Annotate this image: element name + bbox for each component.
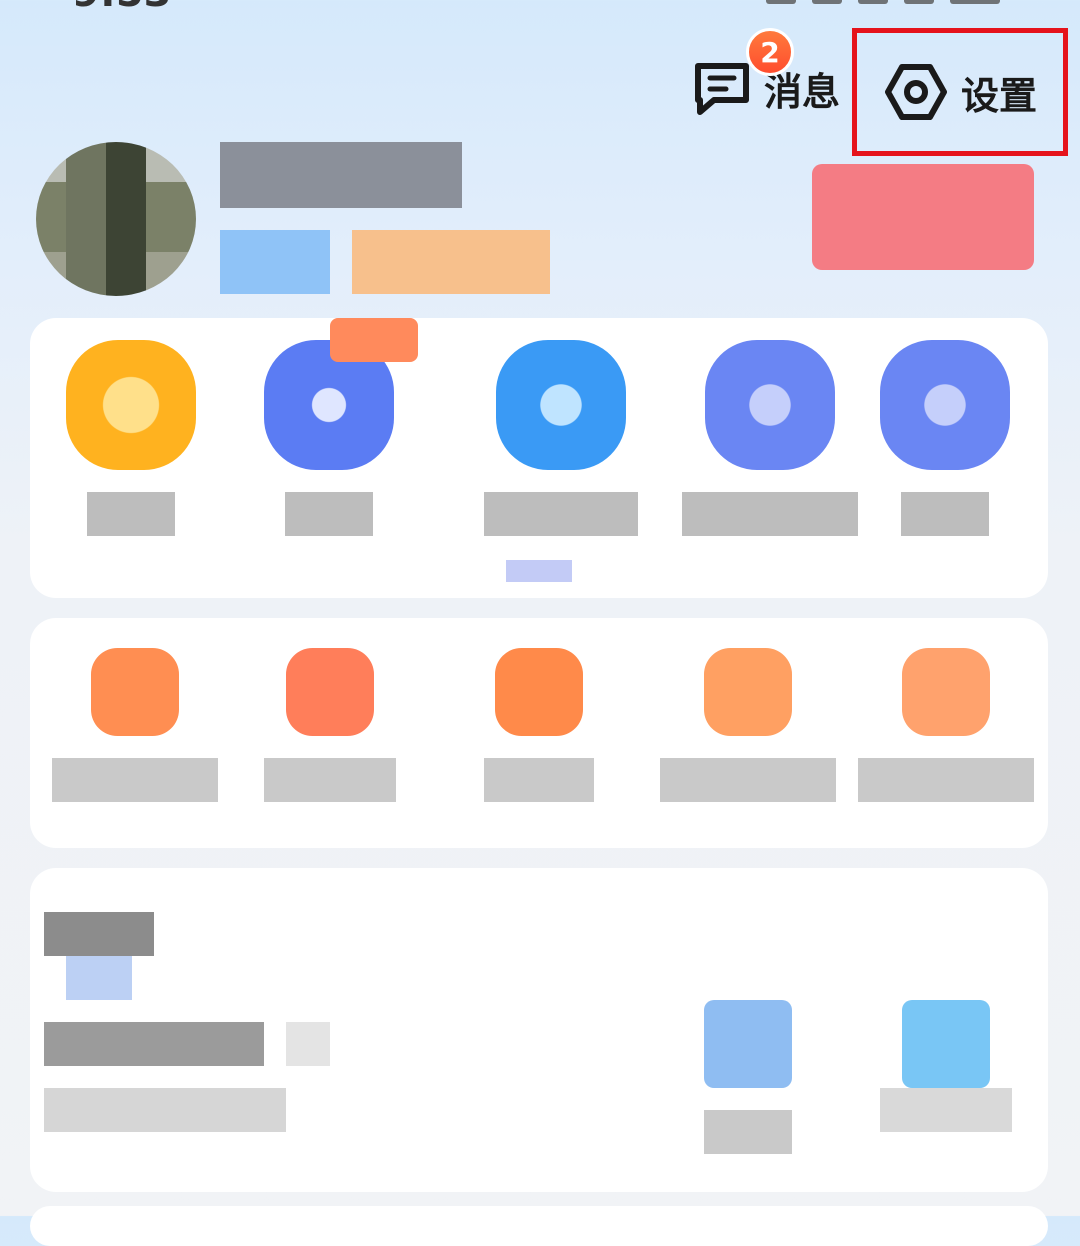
tool-label-blurred [264, 758, 396, 802]
info-action-label-blurred [704, 1110, 792, 1154]
service-label-blurred [682, 492, 858, 536]
tool-item-2[interactable] [264, 648, 396, 802]
service-item-2[interactable] [264, 340, 394, 536]
service-label-blurred [901, 492, 989, 536]
orange-service-icon [91, 648, 179, 736]
tool-label-blurred [858, 758, 1034, 802]
service-item-4[interactable] [682, 340, 858, 536]
status-icons [766, 0, 1000, 4]
new-tag-blurred [330, 318, 418, 362]
settings-hexagon-icon [885, 64, 947, 120]
level-tag-blurred [352, 230, 550, 294]
username-blurred [220, 142, 462, 208]
tool-item-3[interactable] [484, 648, 594, 802]
info-action-icon[interactable] [902, 1000, 990, 1088]
settings-button[interactable]: 设置 [852, 28, 1068, 156]
info-action-label-blurred [880, 1088, 1012, 1132]
blue-service-icon [705, 340, 835, 470]
tool-item-1[interactable] [52, 648, 218, 802]
info-action-icon[interactable] [704, 1000, 792, 1088]
info-title-blurred [44, 912, 154, 956]
tool-item-5[interactable] [858, 648, 1034, 802]
tool-label-blurred [660, 758, 836, 802]
tool-label-blurred [484, 758, 594, 802]
orange-service-icon [902, 648, 990, 736]
page-indicator [506, 560, 572, 582]
signal-icon [858, 0, 888, 4]
blue-service-icon [880, 340, 1010, 470]
alarm-icon [766, 0, 796, 4]
battery-icon [950, 0, 1000, 4]
settings-label: 设置 [961, 73, 1038, 118]
service-label-blurred [285, 492, 373, 536]
service-item-5[interactable] [880, 340, 1010, 536]
service-label-blurred [87, 492, 175, 536]
location-icon [812, 0, 842, 4]
service-label-blurred [484, 492, 638, 536]
orange-service-icon [495, 648, 583, 736]
info-subtitle-blurred [66, 956, 132, 1000]
avatar[interactable] [36, 142, 196, 296]
orange-service-icon [704, 648, 792, 736]
info-line-blurred [44, 1022, 264, 1066]
orange-service-icon [286, 648, 374, 736]
gold-coin-icon [66, 340, 196, 470]
unread-badge: 2 [746, 28, 794, 76]
member-tag-blurred [220, 230, 330, 294]
service-item-1[interactable] [66, 340, 196, 536]
wifi-icon [904, 0, 934, 4]
service-item-3[interactable] [484, 340, 638, 536]
blue-service-icon [496, 340, 626, 470]
tool-item-4[interactable] [660, 648, 836, 802]
info-line-blurred [44, 1088, 286, 1132]
promo-button-blurred[interactable] [812, 164, 1034, 270]
next-card [30, 1206, 1048, 1246]
status-time: 9:53 [72, 0, 172, 16]
tool-label-blurred [52, 758, 218, 802]
message-icon [695, 63, 749, 115]
info-line-tail-blurred [286, 1022, 330, 1066]
